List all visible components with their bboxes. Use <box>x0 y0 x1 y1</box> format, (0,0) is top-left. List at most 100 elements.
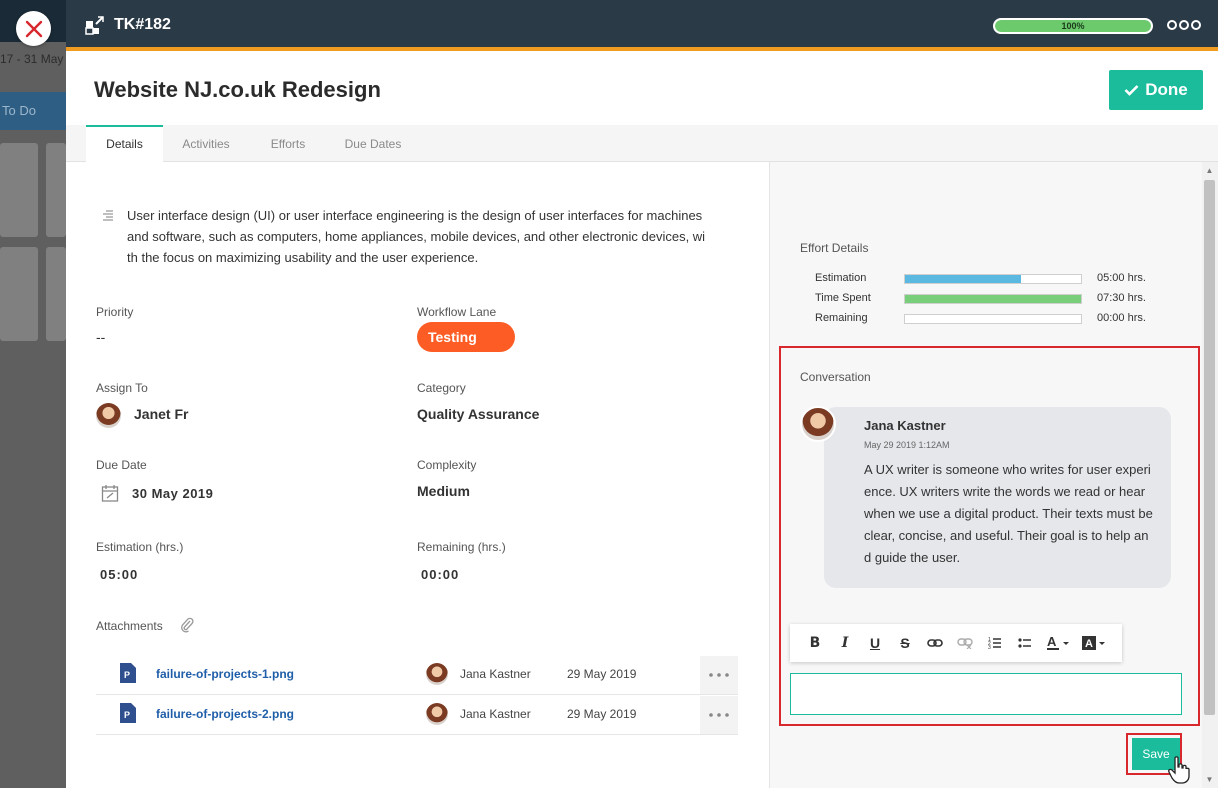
description-icon <box>103 210 113 221</box>
background-column-header: To Do <box>0 92 66 130</box>
background-date-range: 17 - 31 May <box>0 52 64 66</box>
effort-bar <box>904 274 1082 284</box>
svg-text:A: A <box>1047 635 1057 649</box>
tab-due-dates[interactable]: Due Dates <box>336 125 410 162</box>
sidebar-scrollbar[interactable]: ▲ ▼ <box>1202 162 1218 788</box>
effort-row-value: 05:00 hrs. <box>1097 272 1146 284</box>
attachment-row: P failure-of-projects-1.png Jana Kastner… <box>96 655 738 695</box>
background-board: 17 - 31 May To Do <box>0 0 66 788</box>
task-title: Website NJ.co.uk Redesign <box>94 77 381 102</box>
workflow-lane-badge[interactable]: Testing <box>417 322 515 352</box>
effort-details-title: Effort Details <box>800 241 869 255</box>
file-icon: P <box>120 703 136 723</box>
attachment-more-button[interactable] <box>700 656 738 694</box>
attachment-user-avatar <box>426 703 448 725</box>
background-card <box>46 247 66 341</box>
attachment-more-button[interactable] <box>700 696 738 734</box>
hand-cursor-icon <box>1168 756 1190 784</box>
comment-input[interactable] <box>790 673 1182 715</box>
remaining-value[interactable]: 00:00 <box>421 567 459 582</box>
link-icon[interactable] <box>920 631 950 655</box>
task-description: User interface design (UI) or user inter… <box>127 208 706 265</box>
progress-bar: 100% <box>993 18 1153 34</box>
effort-row-label: Estimation <box>815 272 867 284</box>
effort-bar-fill <box>905 295 1081 303</box>
highlight-color-icon[interactable]: A <box>1076 631 1112 655</box>
due-date-value[interactable]: 30 May 2019 <box>132 486 213 501</box>
strikethrough-icon[interactable]: S <box>890 631 920 655</box>
background-card <box>46 143 66 237</box>
panel-header: TK#182 100% <box>66 0 1218 51</box>
attachment-file-name[interactable]: failure-of-projects-1.png <box>156 667 294 681</box>
priority-value: -- <box>96 329 106 345</box>
estimation-value[interactable]: 05:00 <box>100 567 138 582</box>
done-button-label: Done <box>1145 80 1188 99</box>
scroll-down-icon[interactable]: ▼ <box>1205 775 1214 784</box>
attachment-user: Jana Kastner <box>460 707 531 721</box>
close-icon <box>25 20 42 37</box>
message-time: May 29 2019 1:12AM <box>864 440 950 450</box>
tab-bar: Details Activities Efforts Due Dates <box>66 125 1218 162</box>
background-card <box>0 247 38 341</box>
complexity-value[interactable]: Medium <box>417 483 470 499</box>
effort-bar-fill <box>905 275 1022 283</box>
assignee-name[interactable]: Janet Fr <box>134 406 188 422</box>
svg-text:P: P <box>124 710 130 720</box>
estimation-label: Estimation (hrs.) <box>96 540 184 554</box>
bullet-list-icon[interactable] <box>1010 631 1040 655</box>
effort-bar <box>904 314 1082 324</box>
tab-activities[interactable]: Activities <box>171 125 241 162</box>
remaining-label: Remaining (hrs.) <box>417 540 506 554</box>
category-value[interactable]: Quality Assurance <box>417 406 539 422</box>
done-button[interactable]: Done <box>1109 70 1203 110</box>
bold-icon[interactable]: B <box>800 631 830 655</box>
scroll-up-icon[interactable]: ▲ <box>1205 166 1214 175</box>
ordered-list-icon[interactable]: 123 <box>980 631 1010 655</box>
paperclip-icon[interactable] <box>180 617 194 633</box>
effort-row-value: 07:30 hrs. <box>1097 292 1146 304</box>
assign-to-label: Assign To <box>96 381 148 395</box>
ellipsis-icon <box>709 713 729 717</box>
attachment-user-avatar <box>426 663 448 685</box>
background-card <box>0 143 38 237</box>
file-icon: P <box>120 663 136 683</box>
effort-row-label: Time Spent <box>815 292 871 304</box>
more-options-icon[interactable] <box>1167 19 1201 31</box>
effort-row-label: Remaining <box>815 312 868 324</box>
underline-icon[interactable]: U <box>860 631 890 655</box>
assignee-avatar <box>96 403 121 428</box>
attachment-user: Jana Kastner <box>460 667 531 681</box>
ticket-edit-icon <box>85 16 104 35</box>
attachment-date: 29 May 2019 <box>567 667 637 681</box>
scroll-thumb[interactable] <box>1204 180 1215 715</box>
effort-bar <box>904 294 1082 304</box>
message-text: A UX writer is someone who writes for us… <box>864 462 1153 565</box>
svg-text:3: 3 <box>988 645 991 650</box>
svg-text:A: A <box>1085 638 1093 650</box>
calendar-icon <box>101 485 119 502</box>
due-date-label: Due Date <box>96 458 147 472</box>
message-author-avatar <box>800 406 836 442</box>
unlink-icon[interactable] <box>950 631 980 655</box>
effort-row-value: 00:00 hrs. <box>1097 312 1146 324</box>
tab-details[interactable]: Details <box>86 125 163 162</box>
ticket-id: TK#182 <box>114 16 171 33</box>
tab-efforts[interactable]: Efforts <box>261 125 315 162</box>
close-button[interactable] <box>16 11 51 46</box>
category-label: Category <box>417 381 466 395</box>
font-color-icon[interactable]: A <box>1040 631 1076 655</box>
attachment-row: P failure-of-projects-2.png Jana Kastner… <box>96 695 738 735</box>
priority-label: Priority <box>96 305 134 319</box>
workflow-lane-label: Workflow Lane <box>417 305 497 319</box>
complexity-label: Complexity <box>417 458 477 472</box>
check-icon <box>1124 85 1139 96</box>
svg-text:P: P <box>124 670 130 680</box>
progress-fill: 100% <box>995 20 1151 32</box>
conversation-title: Conversation <box>800 370 871 384</box>
italic-icon[interactable]: I <box>830 631 860 655</box>
editor-toolbar: B I U S 123 A A <box>790 624 1122 662</box>
attachment-file-name[interactable]: failure-of-projects-2.png <box>156 707 294 721</box>
attachment-date: 29 May 2019 <box>567 707 637 721</box>
message-author: Jana Kastner <box>864 418 946 433</box>
attachments-label: Attachments <box>96 619 163 633</box>
